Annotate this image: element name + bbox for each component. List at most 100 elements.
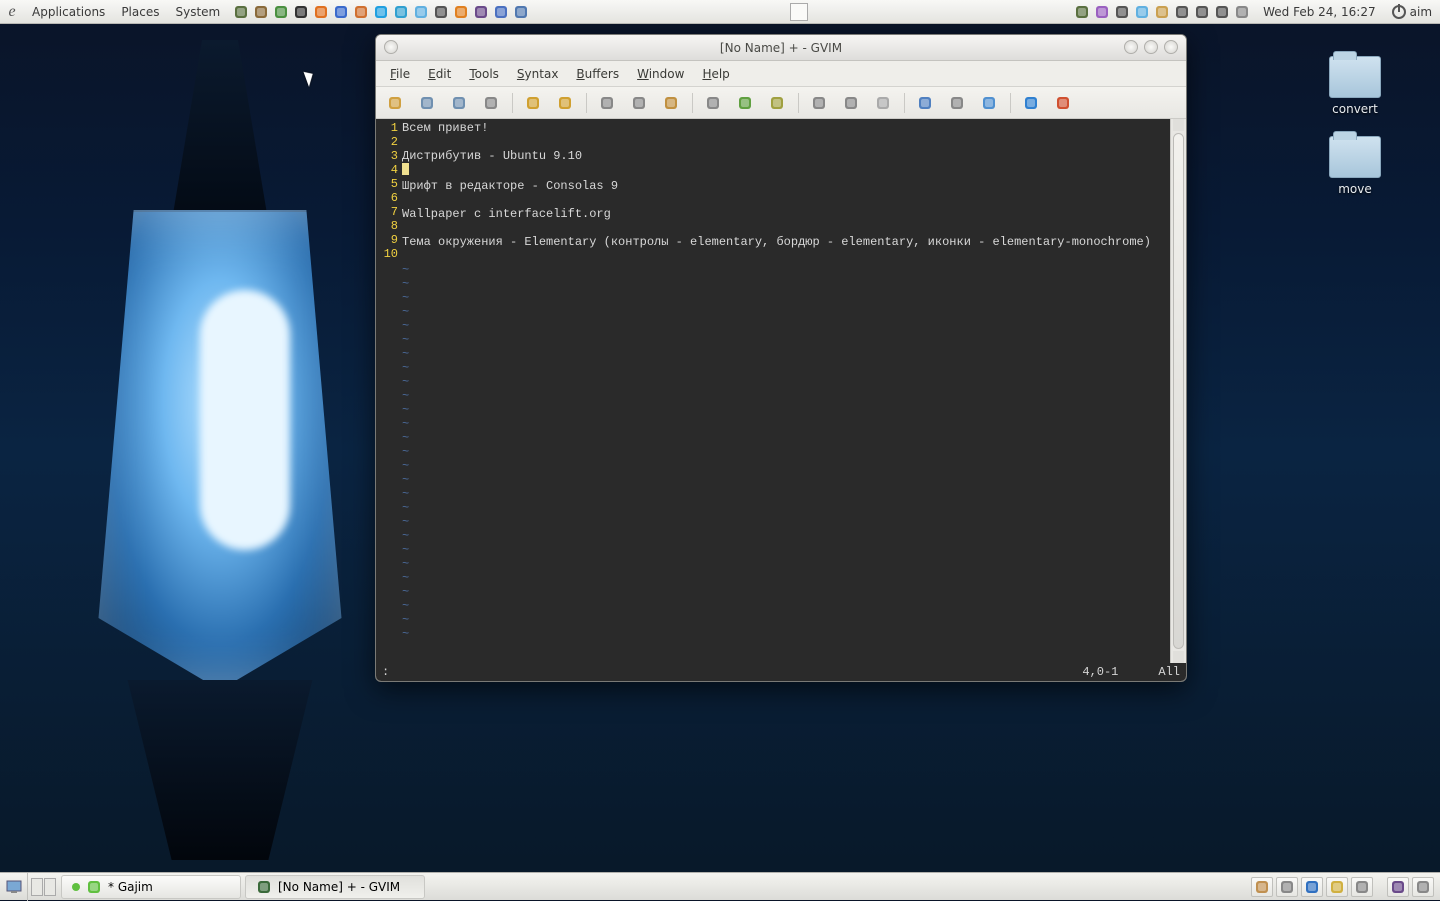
- top-panel: e Applications Places System Wed Feb 24,…: [0, 0, 1440, 24]
- tools-icon[interactable]: [232, 3, 250, 21]
- menu-help[interactable]: Help: [694, 64, 737, 84]
- make-icon[interactable]: [910, 90, 940, 116]
- mail-icon[interactable]: [1233, 3, 1251, 21]
- task--no-name-gvim[interactable]: [No Name] + - GVIM: [245, 875, 425, 899]
- workspace-2[interactable]: [44, 878, 56, 896]
- workspace-switcher[interactable]: [28, 875, 59, 899]
- menu-tools[interactable]: Tools: [461, 64, 507, 84]
- warn-icon[interactable]: [1048, 90, 1078, 116]
- speaker-icon[interactable]: [432, 3, 450, 21]
- script-icon[interactable]: [868, 90, 898, 116]
- note-icon[interactable]: [1326, 877, 1348, 897]
- toolbar-separator: [900, 90, 908, 116]
- print-icon[interactable]: [476, 90, 506, 116]
- desktop-icon: [6, 880, 22, 894]
- scroll-up-icon[interactable]: [1173, 119, 1184, 131]
- status-left: :: [382, 665, 1082, 679]
- saveall-icon[interactable]: [444, 90, 474, 116]
- shell-icon[interactable]: [942, 90, 972, 116]
- status-cursor-pos: 4,0-1: [1082, 665, 1118, 679]
- menu-applications[interactable]: Applications: [24, 0, 113, 23]
- tag-icon[interactable]: [974, 90, 1004, 116]
- open-icon[interactable]: [380, 90, 410, 116]
- menu-system[interactable]: System: [167, 0, 228, 23]
- scroll-thumb[interactable]: [1173, 133, 1184, 649]
- editor-area[interactable]: 12345678910 Всем привет! Дистрибутив - U…: [376, 119, 1186, 663]
- menu-buffers[interactable]: Buffers: [568, 64, 627, 84]
- toolbar-separator: [582, 90, 590, 116]
- menu-places[interactable]: Places: [113, 0, 167, 23]
- distro-logo-icon[interactable]: e: [0, 0, 24, 24]
- trash-icon[interactable]: [1412, 877, 1434, 897]
- mail-icon[interactable]: [1276, 877, 1298, 897]
- prev-icon[interactable]: [762, 90, 792, 116]
- scroll-down-icon[interactable]: [1173, 651, 1184, 663]
- water-icon[interactable]: [1133, 3, 1151, 21]
- chat-icon[interactable]: [392, 3, 410, 21]
- desktop-folder-convert[interactable]: convert: [1310, 56, 1400, 116]
- menu-window[interactable]: Window: [629, 64, 692, 84]
- undo-icon[interactable]: [518, 90, 548, 116]
- clipboard-icon[interactable]: [1153, 3, 1171, 21]
- task--gajim[interactable]: * Gajim: [61, 875, 241, 899]
- terminal-icon[interactable]: [292, 3, 310, 21]
- menu-edit[interactable]: Edit: [420, 64, 459, 84]
- browser-icon[interactable]: [332, 3, 350, 21]
- tools-icon[interactable]: [1073, 3, 1091, 21]
- vlc-icon[interactable]: [452, 3, 470, 21]
- paste-icon[interactable]: [656, 90, 686, 116]
- copy-icon[interactable]: [624, 90, 654, 116]
- firefox-icon[interactable]: [312, 3, 330, 21]
- pidgin-icon[interactable]: [1093, 3, 1111, 21]
- session-save-icon[interactable]: [836, 90, 866, 116]
- find-icon[interactable]: [698, 90, 728, 116]
- toolbar-separator: [1006, 90, 1014, 116]
- redo-icon[interactable]: [550, 90, 580, 116]
- folder-icon: [1329, 136, 1381, 178]
- desktop-icon-label: move: [1310, 182, 1400, 196]
- show-desktop-button[interactable]: [0, 873, 28, 901]
- titlebar[interactable]: [No Name] + - GVIM: [376, 35, 1186, 61]
- grid-icon[interactable]: [472, 3, 490, 21]
- help-icon[interactable]: [1016, 90, 1046, 116]
- code-text[interactable]: Всем привет! Дистрибутив - Ubuntu 9.10 Ш…: [398, 119, 1170, 663]
- status-dot-icon: [72, 883, 80, 891]
- menu-syntax[interactable]: Syntax: [509, 64, 567, 84]
- skype-icon[interactable]: [372, 3, 390, 21]
- pen-icon[interactable]: [1193, 3, 1211, 21]
- pencil-icon[interactable]: [252, 3, 270, 21]
- trash-icon[interactable]: [1351, 877, 1373, 897]
- volume-icon[interactable]: [1173, 3, 1191, 21]
- window-close-button-2[interactable]: [1164, 40, 1178, 54]
- next-icon[interactable]: [730, 90, 760, 116]
- grid-icon[interactable]: [1387, 877, 1409, 897]
- gvim-window: [No Name] + - GVIM FileEditToolsSyntaxBu…: [375, 34, 1187, 682]
- home-icon[interactable]: [1251, 877, 1273, 897]
- session-open-icon[interactable]: [804, 90, 834, 116]
- headphones-icon[interactable]: [1113, 3, 1131, 21]
- task-label: [No Name] + - GVIM: [278, 880, 400, 894]
- bottom-tray: [1245, 877, 1440, 897]
- people-icon[interactable]: [492, 3, 510, 21]
- window-close-button[interactable]: [384, 40, 398, 54]
- window-maximize-button[interactable]: [1144, 40, 1158, 54]
- leaf-icon[interactable]: [272, 3, 290, 21]
- clock[interactable]: Wed Feb 24, 16:27: [1255, 5, 1384, 19]
- battery-icon[interactable]: [1213, 3, 1231, 21]
- wallpaper-lavalamp: [70, 40, 370, 860]
- desktop-folder-move[interactable]: move: [1310, 136, 1400, 196]
- cut-icon[interactable]: [592, 90, 622, 116]
- cube-icon[interactable]: [512, 3, 530, 21]
- window-list-applet-icon[interactable]: [790, 3, 808, 21]
- window-title: [No Name] + - GVIM: [720, 41, 842, 55]
- save-icon[interactable]: [412, 90, 442, 116]
- user-menu[interactable]: aim: [1384, 5, 1440, 19]
- menu-file[interactable]: File: [382, 64, 418, 84]
- vertical-scrollbar[interactable]: [1170, 119, 1186, 663]
- globe-icon[interactable]: [1301, 877, 1323, 897]
- workspace-1[interactable]: [31, 878, 43, 896]
- water-icon[interactable]: [412, 3, 430, 21]
- spiral-icon[interactable]: [352, 3, 370, 21]
- systray: [1069, 3, 1255, 21]
- window-minimize-button[interactable]: [1124, 40, 1138, 54]
